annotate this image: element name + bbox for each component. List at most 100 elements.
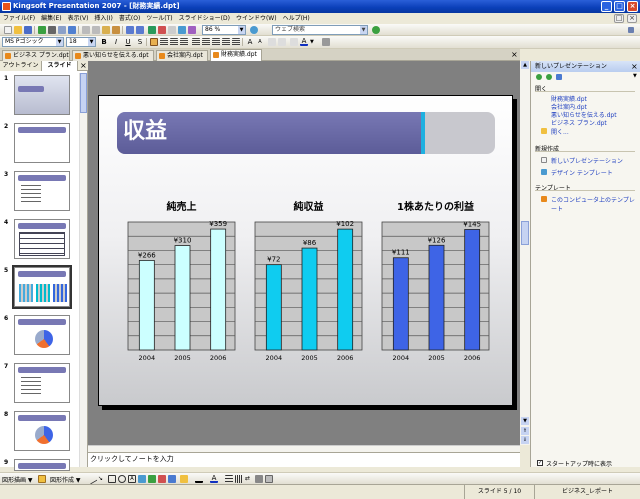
local-template-link[interactable]: このコンピュータ上のテンプレート [551,195,640,213]
line-spacing-button[interactable] [192,38,200,46]
doc-restore-button[interactable]: □ [614,14,624,23]
doc-tab-financials[interactable]: 財務実績.dpt [210,49,262,61]
align-right-button[interactable] [170,38,178,46]
maximize-button[interactable]: □ [614,1,625,12]
animation-button[interactable] [268,38,276,46]
slide-thumbnail-2[interactable] [14,123,70,163]
vertical-scroll-thumb[interactable] [521,221,529,245]
paste-icon[interactable] [102,26,110,34]
close-button[interactable]: × [627,1,638,12]
grow-font-button[interactable]: A [246,38,254,46]
bold-button[interactable]: B [100,38,108,46]
export-icon[interactable] [38,26,46,34]
menu-help[interactable]: ヘルプ(H) [280,13,313,24]
slide-thumbnail-3[interactable] [14,171,70,211]
cut-icon[interactable] [82,26,90,34]
slide-thumbnail-4[interactable] [14,219,70,259]
open-more-link[interactable]: 開く... [551,127,569,136]
text-color-icon[interactable]: A [210,475,218,483]
autoshape-menu-button[interactable]: 図形作成 ▼ [50,475,81,484]
increase-indent-button[interactable] [232,38,240,46]
wordart-icon[interactable] [138,475,146,483]
decrease-indent-button[interactable] [222,38,230,46]
font-size-combo[interactable]: 18 ▼ [66,37,96,47]
slide-5[interactable]: 収益 純売上 ¥266 2004 ¥310 2005 ¥359 2006 純収益 ¥72 2004… [98,95,513,406]
doc-tab-bad-news[interactable]: 悪い知らせを伝える.dpt [72,50,154,61]
vertical-scrollbar[interactable]: ▲ ▼ ⇑ ⇓ [520,61,530,445]
expand-icon[interactable] [188,26,196,34]
tab-outline[interactable]: アウトライン [0,61,42,71]
search-go-icon[interactable] [372,26,380,34]
draw-menu-button[interactable]: 図形描画 ▼ [2,475,33,484]
align-left-button[interactable] [150,38,158,46]
arrow-style-icon[interactable]: ⇄ [245,475,253,483]
slide-thumbnail-6[interactable] [14,315,70,355]
undo-icon[interactable] [126,26,134,34]
shrink-font-button[interactable]: A [256,38,264,46]
menu-insert[interactable]: 挿入(I) [91,13,115,24]
dash-style-icon[interactable] [235,475,243,483]
slide-thumbnail-5[interactable] [12,265,72,309]
menu-edit[interactable]: 編集(E) [38,13,64,24]
notes-pane[interactable]: クリックしてノートを入力 [88,452,520,467]
doc-close-button[interactable]: × [627,14,637,23]
font-color-button[interactable]: A [300,38,308,46]
doc-tab-business-plan[interactable]: ビジネス プラン.dpt [2,50,70,61]
picture-icon[interactable] [168,475,176,483]
clipart-icon[interactable] [158,475,166,483]
home-icon[interactable] [556,74,562,80]
insert-chart-icon[interactable] [158,26,166,34]
italic-button[interactable]: I [112,38,120,46]
insert-image-icon[interactable] [178,26,186,34]
new-presentation-link[interactable]: 新しいプレゼンテーション [551,156,623,165]
slides-scroll-thumb[interactable] [80,73,87,113]
menu-slideshow[interactable]: スライドショー(D) [176,13,233,24]
spell-icon[interactable] [68,26,76,34]
open-icon[interactable] [14,26,22,34]
menu-view[interactable]: 表示(V) [65,13,92,24]
line-style-icon[interactable] [225,475,233,483]
recent-file-4[interactable]: ビジネス プラン.dpt [551,118,607,127]
startup-checkbox[interactable]: ✓ [537,460,543,466]
preview-icon[interactable] [58,26,66,34]
menu-window[interactable]: ウインドウ(W) [233,13,280,24]
underline-button[interactable]: U [124,38,132,46]
font-name-combo[interactable]: MS Pゴシック ▼ [2,37,64,47]
menu-tools[interactable]: ツール(T) [143,13,175,24]
insert-grid-icon[interactable] [168,26,176,34]
shadow-style-icon[interactable] [255,475,263,483]
rectangle-tool-icon[interactable] [108,475,116,483]
copy-icon[interactable] [92,26,100,34]
insert-table-icon[interactable] [148,26,156,34]
diagram-icon[interactable] [148,475,156,483]
layout-button[interactable] [290,38,298,46]
more-icon[interactable] [322,38,330,46]
minimize-button[interactable]: _ [601,1,612,12]
slide-thumbnail-8[interactable] [14,411,70,451]
design-button[interactable] [278,38,286,46]
slide-thumbnail-7[interactable] [14,363,70,403]
slide-thumbnail-1[interactable] [14,75,70,115]
toolbar-options-icon[interactable] [628,27,634,33]
align-center-button[interactable] [160,38,168,46]
back-icon[interactable] [536,74,542,80]
new-icon[interactable] [4,26,12,34]
save-icon[interactable] [24,26,32,34]
numbering-button[interactable] [202,38,210,46]
slides-scrollbar[interactable] [79,73,87,467]
justify-button[interactable] [180,38,188,46]
ellipse-tool-icon[interactable] [118,475,126,483]
zoom-combo[interactable]: 86 % ▼ [202,25,246,35]
search-input[interactable]: ウェブ検索 ▼ [272,25,368,35]
doc-tab-company[interactable]: 会社案内.dpt [156,50,208,61]
line-color-icon[interactable] [195,475,203,483]
print-icon[interactable] [48,26,56,34]
close-task-pane-icon[interactable]: × [631,61,638,72]
3d-style-icon[interactable] [265,475,273,483]
next-slide-icon[interactable]: ⇓ [521,436,529,444]
select-pointer-icon[interactable] [38,475,46,483]
slide-thumbnail-9[interactable] [14,459,70,471]
bullets-button[interactable] [212,38,220,46]
pane-menu-icon[interactable]: ▼ [633,73,637,79]
close-panel-icon[interactable]: × [80,61,87,71]
